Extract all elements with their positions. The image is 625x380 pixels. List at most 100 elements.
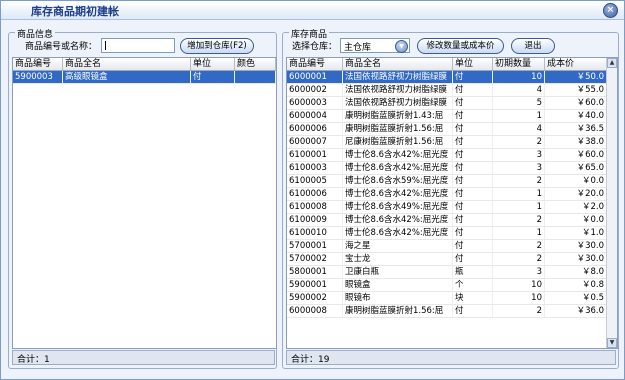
cell-code: 6000002 [287,84,343,96]
table-row[interactable]: 6100006 博士伦8.6含水42%:屈光度付 1 ￥20.0 [287,188,607,201]
cell-unit: 付 [453,84,493,96]
stock-grid[interactable]: 商品编号 商品全名 单位 初期数量 成本价 6000001 法国依视路舒视力树脂绿… [286,57,618,349]
cell-price: ￥50.0 [545,71,607,83]
table-row[interactable]: 5900003 高级眼镜盒 付 [13,71,276,84]
cell-qty: 10 [493,292,545,304]
cell-qty: 2 [493,305,545,317]
cell-unit: 付 [453,149,493,161]
cell-unit: 付 [453,188,493,200]
stock-grid-header: 商品编号 商品全名 单位 初期数量 成本价 [287,58,607,71]
cell-code: 6100008 [287,201,343,213]
title-bar: 库存商品期初建帐 × [1,1,624,20]
table-row[interactable]: 6000008 康明树脂蓝膜折射1.56:屈付 2 ￥36.0 [287,305,607,318]
cell-price: ￥60.0 [545,149,607,161]
cell-price: ￥38.0 [545,136,607,148]
scroll-up-icon[interactable]: ▲ [607,58,617,68]
cell-unit: 付 [453,227,493,239]
search-input[interactable] [101,38,175,53]
cell-code: 6000001 [287,71,343,83]
product-grid[interactable]: 商品编号 商品全名 单位 颜色 5900003 高级眼镜盒 付 [12,57,277,349]
cell-unit: 付 [453,162,493,174]
cell-qty: 2 [493,214,545,226]
col-unit[interactable]: 单位 [191,58,235,70]
add-to-warehouse-button[interactable]: 增加到仓库(F2) [180,38,254,54]
table-row[interactable]: 6100010 博士伦8.6含水42%:屈光度付 1 ￥1.0 [287,227,607,240]
cell-name: 法国依视路舒视力树脂绿膜 [343,84,453,96]
cell-name: 博士伦8.6含水42%:屈光度 [343,162,453,174]
cell-price: ￥40.0 [545,110,607,122]
cell-code: 5900002 [287,292,343,304]
scrollbar[interactable]: ▲ ▼ [606,58,617,348]
table-row[interactable]: 5900002 眼镜布块 10 ￥0.5 [287,292,607,305]
cell-qty: 4 [493,123,545,135]
col-color[interactable]: 颜色 [235,58,276,70]
table-row[interactable]: 6100005 博士伦8.6含水59%:屈光度付 2 ￥0.0 [287,175,607,188]
cell-price: ￥0.0 [545,214,607,226]
cell-code: 6100010 [287,227,343,239]
cell-name: 尼康树脂蓝膜折射1.56:屈 [343,136,453,148]
cell-name: 卫康白瓶 [343,266,453,278]
left-total: 合计：1 [17,355,50,365]
table-row[interactable]: 6000006 康明树脂蓝膜折射1.56:屈付 4 ￥36.5 [287,123,607,136]
cell-name: 博士伦8.6含水42%:屈光度 [343,214,453,226]
table-row[interactable]: 6000007 尼康树脂蓝膜折射1.56:屈付 2 ￥38.0 [287,136,607,149]
cell-unit: 付 [453,110,493,122]
cell-code: 6100006 [287,188,343,200]
col-code[interactable]: 商品编号 [13,58,63,70]
cell-name: 高级眼镜盒 [63,71,191,83]
col-qty[interactable]: 初期数量 [493,58,545,70]
col-name[interactable]: 商品全名 [343,58,453,70]
cell-name: 康明树脂蓝膜折射1.56:屈 [343,305,453,317]
cell-unit: 付 [453,97,493,109]
col-code[interactable]: 商品编号 [287,58,343,70]
cell-name: 博士伦8.6含水42%:屈光度 [343,188,453,200]
cell-code: 6100005 [287,175,343,187]
cell-unit: 付 [453,240,493,252]
close-icon[interactable]: × [603,3,618,18]
scroll-down-icon[interactable]: ▼ [607,338,617,348]
left-footer: 合计：1 [12,350,275,365]
table-row[interactable]: 6000004 康明树脂蓝膜折射1.43:屈付 1 ￥40.0 [287,110,607,123]
cell-name: 宝士龙 [343,253,453,265]
warehouse-select[interactable]: 主仓库 ▼ [340,38,410,53]
table-row[interactable]: 5700001 海之星付 2 ￥30.0 [287,240,607,253]
table-row[interactable]: 6100001 博士伦8.6含水42%:屈光度付 3 ￥60.0 [287,149,607,162]
cell-unit: 付 [453,123,493,135]
table-row[interactable]: 5700002 宝士龙付 2 ￥30.0 [287,253,607,266]
cell-name: 博士伦8.6含水59%:屈光度 [343,175,453,187]
cell-price: ￥0.8 [545,279,607,291]
cell-price: ￥0.0 [545,175,607,187]
cell-unit: 付 [453,253,493,265]
table-row[interactable]: 5900001 眼镜盒个 10 ￥0.8 [287,279,607,292]
table-row[interactable]: 6000002 法国依视路舒视力树脂绿膜付 4 ￥55.0 [287,84,607,97]
cell-unit: 付 [191,71,235,83]
table-row[interactable]: 5800001 卫康白瓶瓶 3 ￥8.0 [287,266,607,279]
search-label: 商品编号或名称： [25,42,98,52]
table-row[interactable]: 6100003 博士伦8.6含水42%:屈光度付 3 ￥65.0 [287,162,607,175]
modify-quantity-cost-button[interactable]: 修改数量或成本价 [417,38,504,54]
cell-name: 海之星 [343,240,453,252]
cell-qty: 3 [493,162,545,174]
cell-code: 6000008 [287,305,343,317]
cell-qty: 10 [493,279,545,291]
table-row[interactable]: 6000003 法国依视路舒视力树脂绿膜付 5 ￥60.0 [287,97,607,110]
cell-name: 法国依视路舒视力树脂绿膜 [343,71,453,83]
cell-unit: 付 [453,305,493,317]
cell-code: 5700002 [287,253,343,265]
cell-code: 6100009 [287,214,343,226]
warehouse-label: 选择仓库： [292,42,338,52]
chevron-down-icon[interactable]: ▼ [395,40,408,53]
cell-code: 6000006 [287,123,343,135]
cell-name: 康明树脂蓝膜折射1.56:屈 [343,123,453,135]
col-price[interactable]: 成本价 [545,58,607,70]
cell-unit: 付 [453,71,493,83]
table-row[interactable]: 6000001 法国依视路舒视力树脂绿膜付 10 ￥50.0 [287,71,607,84]
table-row[interactable]: 6100008 博士伦8.6含水49%:屈光度付 1 ￥2.0 [287,201,607,214]
table-row[interactable]: 6100009 博士伦8.6含水42%:屈光度付 2 ￥0.0 [287,214,607,227]
exit-button[interactable]: 退出 [511,38,555,54]
cell-price: ￥1.0 [545,227,607,239]
col-unit[interactable]: 单位 [453,58,493,70]
cell-unit: 个 [453,279,493,291]
cell-qty: 3 [493,149,545,161]
col-name[interactable]: 商品全名 [63,58,191,70]
